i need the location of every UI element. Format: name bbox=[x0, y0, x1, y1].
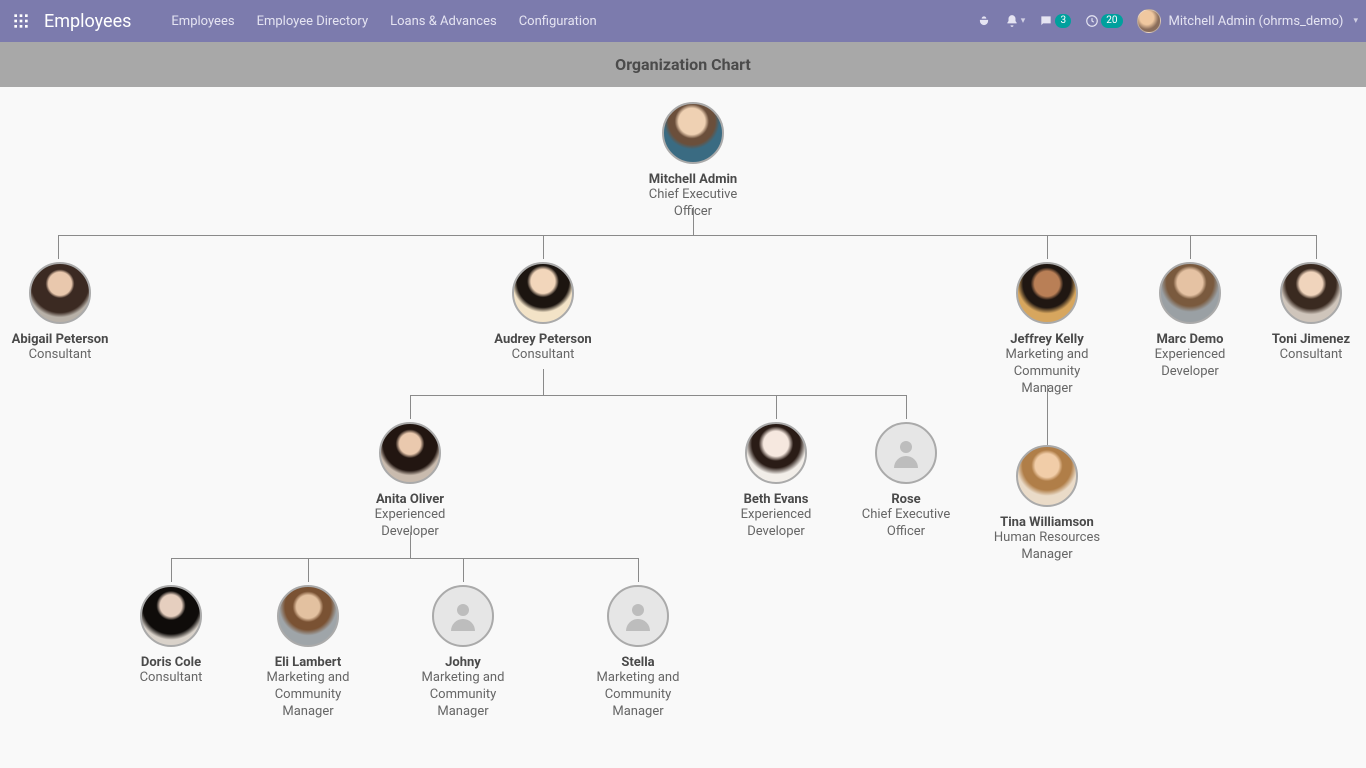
org-node-audrey[interactable]: Audrey Peterson Consultant bbox=[483, 262, 603, 364]
clock-badge: 20 bbox=[1101, 14, 1122, 28]
node-name: Abigail Peterson bbox=[12, 332, 109, 347]
connector bbox=[638, 558, 639, 582]
avatar bbox=[1016, 445, 1078, 507]
connector bbox=[543, 235, 544, 259]
node-title: Human Resources Manager bbox=[987, 530, 1107, 564]
node-name: Beth Evans bbox=[744, 492, 809, 507]
node-name: Marc Demo bbox=[1156, 332, 1223, 347]
top-navbar: Employees Employees Employee Directory L… bbox=[0, 0, 1366, 42]
avatar bbox=[1280, 262, 1342, 324]
apps-icon[interactable] bbox=[8, 8, 34, 34]
nav-right: ▾ 3 20 Mitchell Admin (ohrms_demo) ▾ bbox=[977, 9, 1358, 33]
connector bbox=[410, 532, 411, 558]
avatar bbox=[1016, 262, 1078, 324]
connector bbox=[171, 558, 638, 559]
node-title: Experienced Developer bbox=[1130, 347, 1250, 381]
connector bbox=[410, 395, 411, 419]
avatar bbox=[379, 422, 441, 484]
chevron-down-icon: ▾ bbox=[1353, 16, 1358, 26]
avatar bbox=[29, 262, 91, 324]
avatar bbox=[277, 585, 339, 647]
connector bbox=[906, 395, 907, 419]
org-node-marc[interactable]: Marc Demo Experienced Developer bbox=[1130, 262, 1250, 381]
node-name: Rose bbox=[891, 492, 920, 507]
node-title: Consultant bbox=[29, 347, 92, 364]
chat-badge: 3 bbox=[1055, 14, 1071, 28]
nav-link-configuration[interactable]: Configuration bbox=[519, 14, 597, 29]
node-title: Marketing and Community Manager bbox=[248, 670, 368, 721]
node-title: Consultant bbox=[512, 347, 575, 364]
node-name: Johny bbox=[445, 655, 481, 670]
connector bbox=[58, 235, 59, 259]
node-name: Tina Williamson bbox=[1000, 515, 1094, 530]
node-name: Doris Cole bbox=[141, 655, 201, 670]
connector bbox=[1190, 235, 1191, 259]
org-node-johny[interactable]: Johny Marketing and Community Manager bbox=[403, 585, 523, 721]
node-title: Marketing and Community Manager bbox=[578, 670, 698, 721]
node-name: Jeffrey Kelly bbox=[1010, 332, 1084, 347]
avatar bbox=[745, 422, 807, 484]
connector bbox=[543, 369, 544, 395]
org-node-stella[interactable]: Stella Marketing and Community Manager bbox=[578, 585, 698, 721]
title-bar: Organization Chart bbox=[0, 42, 1366, 87]
node-title: Consultant bbox=[1280, 347, 1343, 364]
node-name: Mitchell Admin bbox=[649, 172, 737, 187]
org-chart: Mitchell Admin Chief Executive Officer A… bbox=[0, 87, 1366, 768]
org-node-toni[interactable]: Toni Jimenez Consultant bbox=[1256, 262, 1366, 364]
node-name: Eli Lambert bbox=[275, 655, 342, 670]
org-node-mitchell[interactable]: Mitchell Admin Chief Executive Officer bbox=[633, 102, 753, 221]
org-node-tina[interactable]: Tina Williamson Human Resources Manager bbox=[987, 445, 1107, 564]
nav-link-directory[interactable]: Employee Directory bbox=[257, 14, 369, 29]
org-node-jeffrey[interactable]: Jeffrey Kelly Marketing and Community Ma… bbox=[987, 262, 1107, 398]
connector bbox=[308, 558, 309, 582]
connector bbox=[1047, 235, 1048, 259]
node-title: Consultant bbox=[140, 670, 203, 687]
connector bbox=[410, 395, 906, 396]
clock-icon[interactable]: 20 bbox=[1085, 14, 1122, 28]
chat-icon[interactable]: 3 bbox=[1039, 14, 1071, 28]
user-menu[interactable]: Mitchell Admin (ohrms_demo) ▾ bbox=[1137, 9, 1358, 33]
node-name: Audrey Peterson bbox=[494, 332, 591, 347]
node-name: Anita Oliver bbox=[376, 492, 444, 507]
connector bbox=[1316, 235, 1317, 259]
bell-icon[interactable]: ▾ bbox=[1005, 14, 1026, 28]
org-node-anita[interactable]: Anita Oliver Experienced Developer bbox=[350, 422, 470, 541]
org-node-eli[interactable]: Eli Lambert Marketing and Community Mana… bbox=[248, 585, 368, 721]
avatar bbox=[1137, 9, 1161, 33]
connector bbox=[1047, 385, 1048, 445]
page-title: Organization Chart bbox=[615, 55, 751, 74]
brand-title[interactable]: Employees bbox=[44, 11, 131, 32]
avatar bbox=[432, 585, 494, 647]
avatar bbox=[1159, 262, 1221, 324]
org-node-doris[interactable]: Doris Cole Consultant bbox=[111, 585, 231, 687]
org-node-beth[interactable]: Beth Evans Experienced Developer bbox=[716, 422, 836, 541]
chevron-down-icon: ▾ bbox=[1021, 16, 1026, 26]
bug-icon[interactable] bbox=[977, 14, 991, 28]
connector bbox=[171, 558, 172, 582]
connector bbox=[776, 395, 777, 419]
nav-links: Employees Employee Directory Loans & Adv… bbox=[171, 14, 596, 29]
user-display: Mitchell Admin (ohrms_demo) bbox=[1169, 14, 1344, 29]
node-title: Experienced Developer bbox=[716, 507, 836, 541]
avatar bbox=[875, 422, 937, 484]
avatar bbox=[607, 585, 669, 647]
avatar bbox=[140, 585, 202, 647]
nav-link-loans[interactable]: Loans & Advances bbox=[390, 14, 497, 29]
avatar bbox=[662, 102, 724, 164]
node-name: Toni Jimenez bbox=[1272, 332, 1350, 347]
avatar bbox=[512, 262, 574, 324]
node-name: Stella bbox=[621, 655, 654, 670]
org-node-abigail[interactable]: Abigail Peterson Consultant bbox=[0, 262, 120, 364]
connector bbox=[693, 207, 694, 235]
org-node-rose[interactable]: Rose Chief Executive Officer bbox=[846, 422, 966, 541]
node-title: Marketing and Community Manager bbox=[403, 670, 523, 721]
connector bbox=[58, 235, 1316, 236]
connector bbox=[463, 558, 464, 582]
node-title: Chief Executive Officer bbox=[846, 507, 966, 541]
nav-link-employees[interactable]: Employees bbox=[171, 14, 234, 29]
